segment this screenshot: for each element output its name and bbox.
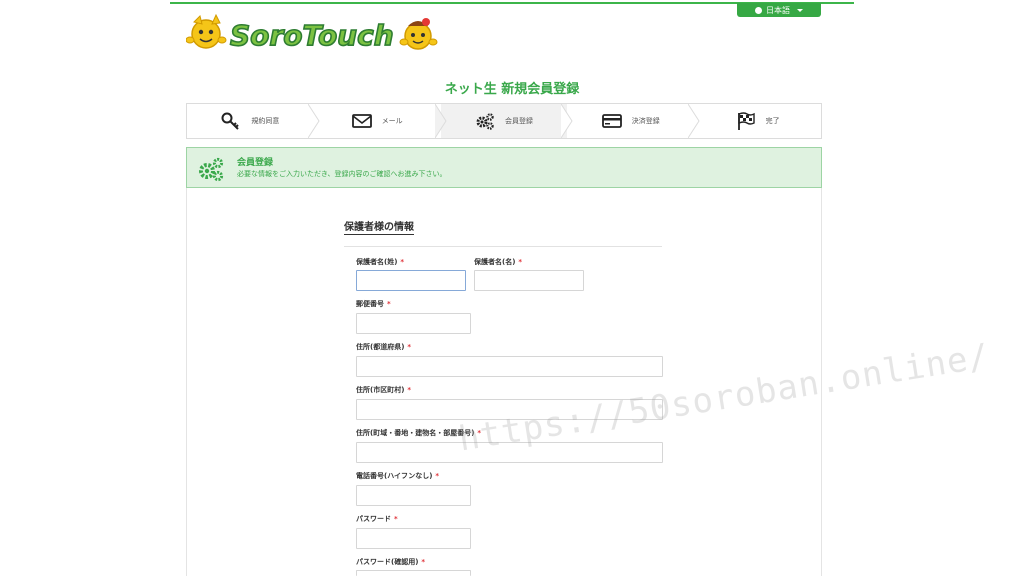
step-label: 会員登録	[504, 117, 533, 125]
gears-icon	[199, 157, 224, 182]
page-title: ネット生 新規会員登録	[444, 82, 580, 97]
postal-code-label: 郵便番号 *	[356, 300, 391, 308]
last-name-input[interactable]	[356, 270, 466, 291]
key-icon	[221, 112, 240, 130]
first-name-label: 保護者名(名) *	[474, 258, 523, 266]
credit-card-icon	[601, 114, 622, 128]
step-label: 規約同意	[251, 117, 280, 125]
step-member-registration: 会員登録	[440, 104, 573, 138]
prefecture-input[interactable]	[356, 356, 663, 377]
section-divider	[344, 246, 662, 247]
password-input[interactable]	[356, 528, 471, 549]
postal-code-input[interactable]	[356, 313, 471, 334]
caret-down-icon	[797, 8, 803, 12]
notice-title: 会員登録	[237, 158, 274, 168]
envelope-icon	[351, 114, 372, 128]
registration-steps: 規約同意 メール 会員登録 決済登録 完了	[186, 103, 822, 139]
step-agreement: 規約同意	[187, 104, 320, 138]
last-name-label: 保護者名(姓) *	[356, 258, 405, 266]
phone-input[interactable]	[356, 485, 471, 506]
checkered-flag-icon	[737, 112, 755, 130]
step-payment: 決済登録	[567, 104, 700, 138]
first-name-input[interactable]	[474, 270, 584, 291]
step-label: 完了	[765, 117, 780, 125]
step-email: メール	[314, 104, 447, 138]
section-title: 保護者様の情報	[344, 218, 414, 235]
sorotouch-logo[interactable]: SoroTouch	[186, 14, 440, 54]
notice-description: 必要な情報をご入力いただき、登録内容のご確認へお進み下さい。	[237, 170, 447, 178]
mascot-left-icon	[186, 14, 227, 49]
prefecture-label: 住所(都道府県) *	[356, 343, 412, 351]
step-label: 決済登録	[631, 117, 660, 125]
city-label: 住所(市区町村) *	[356, 386, 412, 394]
language-selector[interactable]: 日本語	[737, 3, 821, 17]
step-label: メール	[381, 117, 403, 125]
password-confirm-label: パスワード(確認用) *	[356, 558, 426, 566]
step-complete: 完了	[694, 104, 821, 138]
gears-icon	[476, 113, 494, 130]
password-confirm-input[interactable]	[356, 570, 471, 576]
password-label: パスワード *	[356, 515, 398, 523]
phone-label: 電話番号(ハイフンなし) *	[356, 472, 440, 480]
language-label: 日本語	[766, 5, 790, 15]
globe-icon	[755, 6, 762, 14]
mascot-right-icon	[399, 18, 438, 50]
registration-notice: 会員登録 必要な情報をご入力いただき、登録内容のご確認へお進み下さい。	[186, 147, 822, 188]
logo-text: SoroTouch	[230, 19, 394, 52]
